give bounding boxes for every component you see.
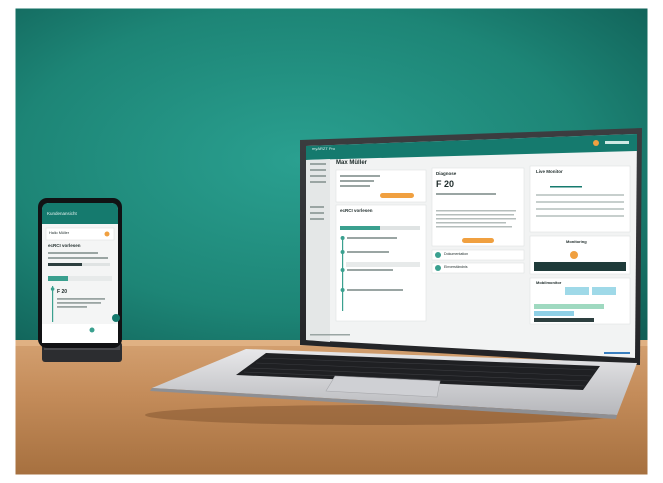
laptop-live-monitor-label: Live Monitor [536, 169, 563, 174]
monitoring-dark-panel [534, 262, 626, 271]
timeline-dot [340, 250, 345, 254]
phone-text-line [57, 302, 101, 304]
timeline-text [347, 269, 393, 271]
phone [38, 198, 122, 362]
phone-text-line [57, 306, 87, 308]
timeline-text [347, 289, 403, 291]
phone-bell-icon [104, 231, 110, 237]
sidebar-item [310, 169, 326, 171]
laptop-patient-name: Max Müller [336, 160, 368, 166]
orange-action-button [380, 193, 414, 198]
sidebar-item [310, 206, 324, 208]
monitor-row [536, 215, 624, 217]
sidebar-item [310, 212, 324, 214]
monitor-row [536, 194, 624, 196]
laptop-section-label: ecRCI vorlesen [340, 208, 373, 213]
timeline-dot [340, 268, 345, 272]
monitor-row [536, 208, 624, 210]
card-text-line [436, 214, 514, 216]
phone-fab-icon [112, 314, 120, 322]
live-monitor-card [529, 165, 631, 233]
phone-code: F 20 [57, 289, 68, 295]
monitoring-indicator-icon [570, 251, 578, 259]
sidebar-item [310, 175, 326, 177]
timeline-dot [340, 236, 345, 240]
orange-action-button [462, 238, 494, 243]
timeline-text [347, 251, 389, 253]
laptop-diagnose-code: F 20 [436, 179, 455, 189]
laptop-dokumentation-label: Dokumentation [444, 252, 469, 256]
card-text-line [436, 210, 516, 212]
mobil-bar [565, 287, 589, 295]
accordion-icon [435, 265, 441, 271]
sidebar-item [310, 163, 326, 165]
phone-bottom-nav [42, 324, 118, 343]
laptop-app-title: myARZT Pro [312, 146, 336, 151]
card-text-line [340, 175, 380, 177]
phone-text-line [48, 257, 108, 259]
card-text-line [340, 180, 374, 182]
laptop-monitoring-label: Monitoring [566, 239, 587, 244]
phone-timeline [52, 286, 54, 322]
accordion-icon [435, 252, 441, 258]
phone-app-title: Kundenansicht [47, 211, 77, 216]
phone-greeting: Hallo Müller [49, 231, 70, 235]
card-text-line [436, 193, 496, 195]
sidebar-item [310, 181, 326, 183]
product-photo [14, 7, 649, 476]
timeline-dot [340, 288, 345, 292]
laptop-mobilmonitor-label: Mobilmonitor [536, 280, 562, 285]
monitor-row [536, 201, 624, 203]
sidebar-item [310, 218, 324, 220]
timeline-line [342, 236, 344, 311]
mobil-bar-blue [534, 311, 574, 316]
card-text-line [340, 185, 370, 187]
header-avatar-icon [593, 140, 599, 146]
phone-text-line [48, 252, 98, 254]
card-text-line [436, 218, 516, 220]
phone-nav-icon [89, 327, 95, 333]
timeline-highlight [346, 262, 420, 267]
laptop-sidebar [306, 159, 330, 342]
laptop-diagnose-label: Diagnose [436, 171, 457, 176]
timeline-text [347, 237, 397, 239]
phone-progress-fill [48, 263, 82, 266]
laptop-footer-text [310, 334, 350, 336]
laptop-footer-logo [604, 352, 630, 354]
header-user-text [605, 141, 629, 144]
phone-section-label: ecRCI vorlesen [48, 243, 81, 248]
card-text-line [436, 226, 512, 228]
mobil-bar-dark [534, 318, 594, 322]
progress-fill [340, 226, 380, 230]
card-text-line [436, 222, 506, 224]
mobil-bar [592, 287, 616, 295]
phone-text-line [57, 298, 105, 300]
phone-timeline-dot [50, 287, 55, 291]
monitor-tab-active [550, 186, 582, 188]
mobil-bar-green [534, 304, 604, 309]
laptop-einverstaendnis-label: Einverständnis [444, 265, 468, 269]
phone-tab-active [48, 276, 68, 281]
